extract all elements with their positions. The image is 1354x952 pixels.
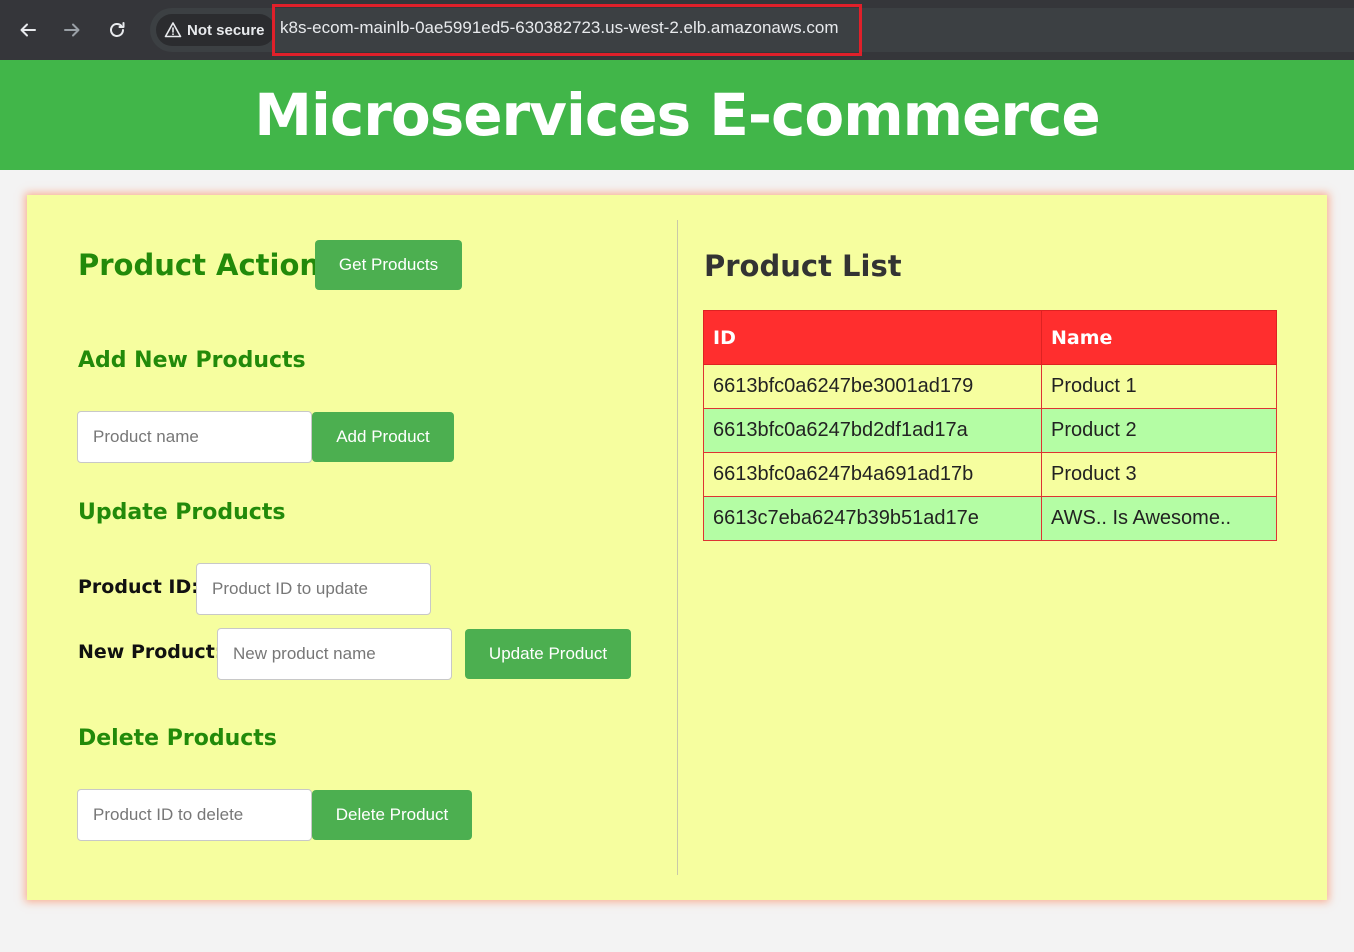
security-label: Not secure xyxy=(187,21,265,39)
table-row: 6613bfc0a6247bd2df1ad17a Product 2 xyxy=(703,408,1277,453)
add-products-title: Add New Products xyxy=(78,348,306,373)
delete-products-title: Delete Products xyxy=(78,726,277,751)
page-title: Microservices E-commerce xyxy=(254,81,1100,149)
product-id-label: Product ID: xyxy=(78,576,199,598)
column-divider xyxy=(677,220,678,875)
product-id-cell: 6613bfc0a6247b4a691ad17b xyxy=(703,452,1042,497)
product-name-cell: Product 1 xyxy=(1041,364,1277,409)
column-header-name: Name xyxy=(1041,310,1277,365)
column-header-id: ID xyxy=(703,310,1042,365)
table-row: 6613bfc0a6247b4a691ad17b Product 3 xyxy=(703,452,1277,497)
add-product-button[interactable]: Add Product xyxy=(312,412,454,462)
product-name-cell: Product 2 xyxy=(1041,408,1277,453)
new-product-label: New Product: xyxy=(78,641,223,663)
back-button[interactable] xyxy=(12,14,44,46)
arrow-right-icon xyxy=(64,23,80,37)
main-panel: Product Actions Get Products Add New Pro… xyxy=(27,195,1327,900)
update-product-button[interactable]: Update Product xyxy=(465,629,631,679)
product-name-cell: Product 3 xyxy=(1041,452,1277,497)
table-header-row: ID Name xyxy=(703,310,1277,365)
reload-button[interactable] xyxy=(101,14,133,46)
delete-product-id-input[interactable] xyxy=(77,789,312,841)
product-id-cell: 6613bfc0a6247bd2df1ad17a xyxy=(703,408,1042,453)
product-list-title: Product List xyxy=(704,249,902,283)
page-header: Microservices E-commerce xyxy=(0,60,1354,170)
reload-icon xyxy=(110,22,125,37)
browser-toolbar: Not secure k8s-ecom-mainlb-0ae5991ed5-63… xyxy=(0,0,1354,60)
security-indicator[interactable]: Not secure xyxy=(156,14,275,46)
arrow-left-icon xyxy=(20,23,36,37)
product-table: ID Name 6613bfc0a6247be3001ad179 Product… xyxy=(703,310,1277,541)
update-products-title: Update Products xyxy=(78,500,286,525)
product-name-cell: AWS.. Is Awesome.. xyxy=(1041,496,1277,541)
update-product-id-input[interactable] xyxy=(196,563,431,615)
table-row: 6613c7eba6247b39b51ad17e AWS.. Is Awesom… xyxy=(703,496,1277,541)
product-name-input[interactable] xyxy=(77,411,312,463)
delete-product-button[interactable]: Delete Product xyxy=(312,790,472,840)
product-id-cell: 6613c7eba6247b39b51ad17e xyxy=(703,496,1042,541)
warning-icon xyxy=(164,22,182,38)
table-row: 6613bfc0a6247be3001ad179 Product 1 xyxy=(703,364,1277,409)
url-highlight-box xyxy=(272,4,862,56)
get-products-button[interactable]: Get Products xyxy=(315,240,462,290)
forward-button[interactable] xyxy=(56,14,88,46)
new-product-name-input[interactable] xyxy=(217,628,452,680)
product-actions-title: Product Actions xyxy=(78,248,338,282)
product-id-cell: 6613bfc0a6247be3001ad179 xyxy=(703,364,1042,409)
